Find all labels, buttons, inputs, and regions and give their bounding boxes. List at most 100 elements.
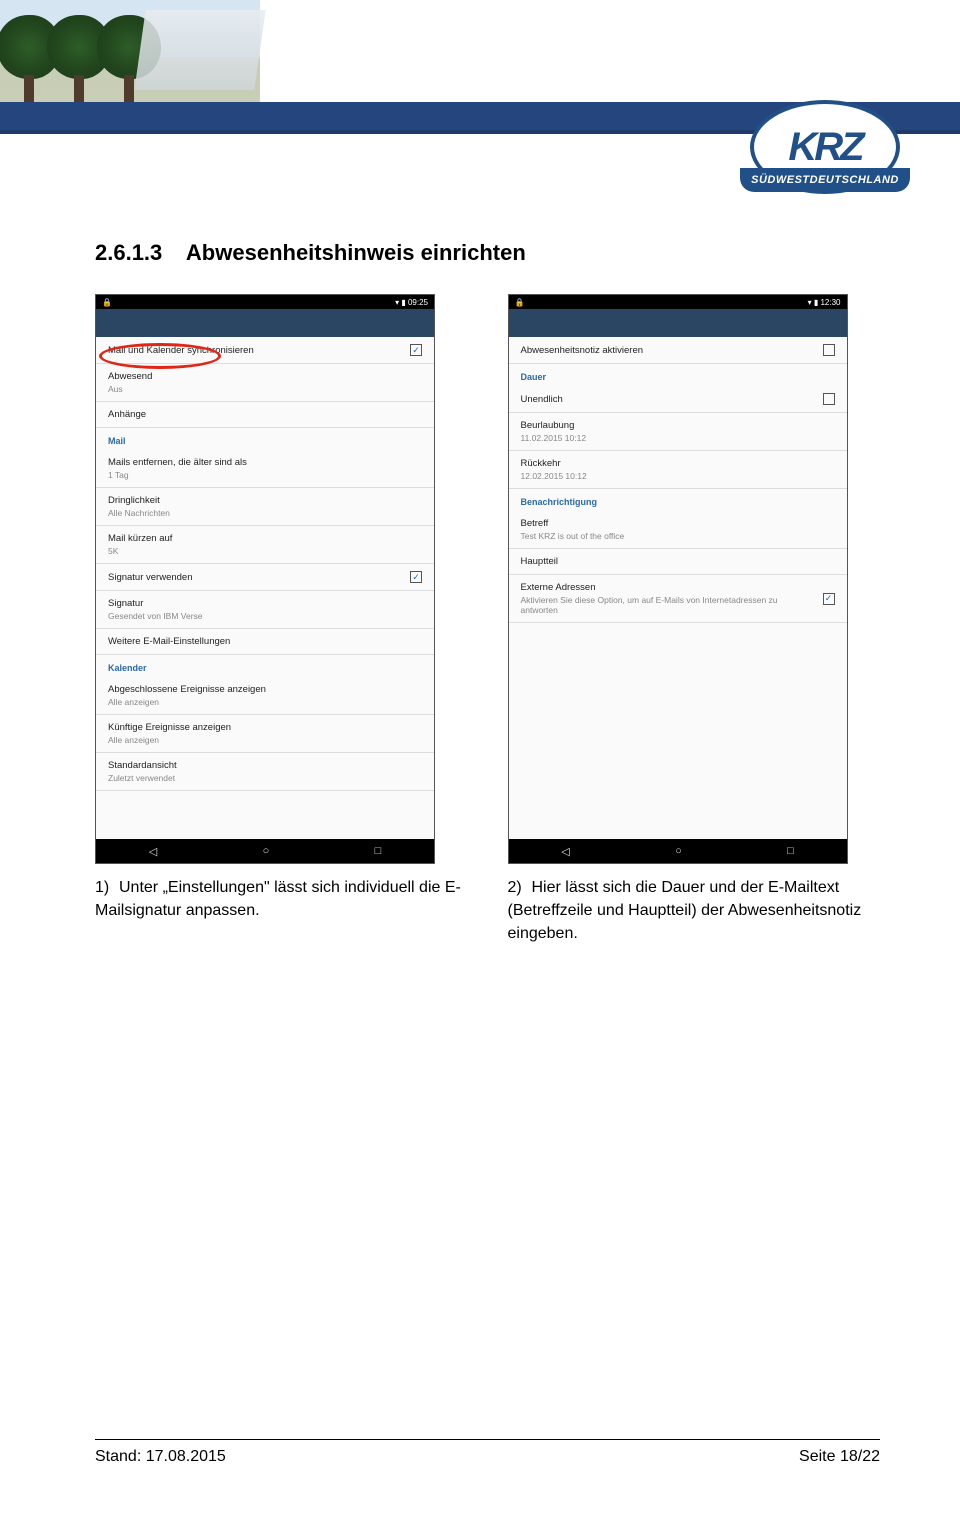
status-bar: 🔒 ▾ ▮ 12:30 <box>509 295 847 309</box>
status-bar: 🔒 ▾ ▮ 09:25 <box>96 295 434 309</box>
nav-recent-icon[interactable]: □ <box>787 845 794 857</box>
section-number: 2.6.1.3 <box>95 240 162 265</box>
row-abwesend[interactable]: Abwesend Aus <box>96 364 434 402</box>
section-title: Abwesenheitshinweis einrichten <box>186 240 526 265</box>
row-label: Mails entfernen, die älter sind als <box>108 457 247 468</box>
row-sub: 5K <box>108 546 172 556</box>
section-header-dauer: Dauer <box>509 364 847 386</box>
row-sub: Aus <box>108 384 152 394</box>
content-area: 2.6.1.3 Abwesenheitshinweis einrichten 🔒… <box>0 140 960 946</box>
logo-badge: KRZ SÜDWESTDEUTSCHLAND <box>750 100 900 220</box>
screenshot-row: 🔒 ▾ ▮ 09:25 Mail und Kalender synchronis… <box>95 294 880 946</box>
status-time: ▾ ▮ 09:25 <box>395 298 428 307</box>
footer-seite: Seite 18/22 <box>799 1448 880 1466</box>
row-label: Rückkehr <box>521 458 587 469</box>
row-label: Künftige Ereignisse anzeigen <box>108 722 231 733</box>
android-nav-bar: ◁ ○ □ <box>96 839 434 863</box>
checkbox-icon[interactable] <box>823 393 835 405</box>
row-sub: Test KRZ is out of the office <box>521 531 625 541</box>
row-externe-adressen[interactable]: Externe Adressen Aktivieren Sie diese Op… <box>509 575 847 623</box>
row-label: Weitere E-Mail-Einstellungen <box>108 636 230 647</box>
row-sub: 12.02.2015 10:12 <box>521 471 587 481</box>
phone-screenshot-1: 🔒 ▾ ▮ 09:25 Mail und Kalender synchronis… <box>95 294 435 864</box>
row-label: Signatur verwenden <box>108 572 193 583</box>
row-sync[interactable]: Mail und Kalender synchronisieren <box>96 337 434 364</box>
row-label: Signatur <box>108 598 203 609</box>
row-label: Mail kürzen auf <box>108 533 172 544</box>
nav-home-icon[interactable]: ○ <box>675 845 682 857</box>
row-label: Mail und Kalender synchronisieren <box>108 345 254 356</box>
row-beurlaubung[interactable]: Beurlaubung 11.02.2015 10:12 <box>509 413 847 451</box>
building-shape <box>134 10 265 90</box>
row-sub: Gesendet von IBM Verse <box>108 611 203 621</box>
row-signatur-verwenden[interactable]: Signatur verwenden <box>96 564 434 591</box>
logo-ribbon: SÜDWESTDEUTSCHLAND <box>740 168 910 192</box>
row-dringlichkeit[interactable]: Dringlichkeit Alle Nachrichten <box>96 488 434 526</box>
nav-home-icon[interactable]: ○ <box>263 845 270 857</box>
checkbox-icon[interactable] <box>823 344 835 356</box>
row-kurzen[interactable]: Mail kürzen auf 5K <box>96 526 434 564</box>
row-label: Standardansicht <box>108 760 177 771</box>
row-rueckkehr[interactable]: Rückkehr 12.02.2015 10:12 <box>509 451 847 489</box>
header-photo <box>0 0 260 105</box>
row-label: Abgeschlossene Ereignisse anzeigen <box>108 684 266 695</box>
row-betreff[interactable]: Betreff Test KRZ is out of the office <box>509 511 847 549</box>
row-sub: Alle Nachrichten <box>108 508 170 518</box>
caption-num: 1) <box>95 876 119 899</box>
android-nav-bar: ◁ ○ □ <box>509 839 847 863</box>
status-time: ▾ ▮ 12:30 <box>808 298 841 307</box>
row-sub: Alle anzeigen <box>108 697 266 707</box>
row-label: Externe Adressen <box>521 582 781 593</box>
lock-icon: 🔒 <box>102 298 112 307</box>
row-label: Dringlichkeit <box>108 495 170 506</box>
checkbox-icon[interactable] <box>410 344 422 356</box>
nav-back-icon[interactable]: ◁ <box>561 845 569 858</box>
row-label: Anhänge <box>108 409 146 420</box>
row-sub: 1 Tag <box>108 470 247 480</box>
screenshot-col-1: 🔒 ▾ ▮ 09:25 Mail und Kalender synchronis… <box>95 294 468 946</box>
row-sub: Aktivieren Sie diese Option, um auf E-Ma… <box>521 595 781 615</box>
row-label: Beurlaubung <box>521 420 587 431</box>
row-label: Hauptteil <box>521 556 559 567</box>
logo-text: KRZ <box>788 125 861 170</box>
screenshot-col-2: 🔒 ▾ ▮ 12:30 Abwesenheitsnotiz aktivieren… <box>508 294 881 946</box>
row-sub: Alle anzeigen <box>108 735 231 745</box>
app-bar <box>509 309 847 337</box>
checkbox-icon[interactable] <box>823 593 835 605</box>
row-abgeschlossene[interactable]: Abgeschlossene Ereignisse anzeigen Alle … <box>96 677 434 715</box>
section-header-benachrichtigung: Benachrichtigung <box>509 489 847 511</box>
row-aktivieren[interactable]: Abwesenheitsnotiz aktivieren <box>509 337 847 364</box>
app-bar <box>96 309 434 337</box>
section-header-kalender: Kalender <box>96 655 434 677</box>
checkbox-icon[interactable] <box>410 571 422 583</box>
row-weitere[interactable]: Weitere E-Mail-Einstellungen <box>96 629 434 655</box>
row-standardansicht[interactable]: Standardansicht Zuletzt verwendet <box>96 753 434 791</box>
doc-footer: Stand: 17.08.2015 Seite 18/22 <box>95 1439 880 1466</box>
caption-1: 1)Unter „Einstellungen" lässt sich indiv… <box>95 876 468 922</box>
row-kuenftige[interactable]: Künftige Ereignisse anzeigen Alle anzeig… <box>96 715 434 753</box>
row-label: Abwesend <box>108 371 152 382</box>
phone-body: Mail und Kalender synchronisieren Abwese… <box>96 337 434 839</box>
phone-body: Abwesenheitsnotiz aktivieren Dauer Unend… <box>509 337 847 839</box>
lock-icon: 🔒 <box>515 298 525 307</box>
row-sub: Zuletzt verwendet <box>108 773 177 783</box>
nav-recent-icon[interactable]: □ <box>375 845 382 857</box>
row-label: Unendlich <box>521 394 563 405</box>
section-header-mail: Mail <box>96 428 434 450</box>
row-entfernen[interactable]: Mails entfernen, die älter sind als 1 Ta… <box>96 450 434 488</box>
caption-text: Unter „Einstellungen" lässt sich individ… <box>95 879 461 919</box>
row-signatur[interactable]: Signatur Gesendet von IBM Verse <box>96 591 434 629</box>
footer-stand: Stand: 17.08.2015 <box>95 1448 226 1466</box>
caption-num: 2) <box>508 876 532 899</box>
row-label: Abwesenheitsnotiz aktivieren <box>521 345 644 356</box>
caption-text: Hier lässt sich die Dauer und der E-Mail… <box>508 879 862 942</box>
row-hauptteil[interactable]: Hauptteil <box>509 549 847 575</box>
phone-screenshot-2: 🔒 ▾ ▮ 12:30 Abwesenheitsnotiz aktivieren… <box>508 294 848 864</box>
row-sub: 11.02.2015 10:12 <box>521 433 587 443</box>
row-unendlich[interactable]: Unendlich <box>509 386 847 413</box>
caption-2: 2)Hier lässt sich die Dauer und der E-Ma… <box>508 876 881 946</box>
logo-oval: KRZ SÜDWESTDEUTSCHLAND <box>750 100 900 194</box>
row-label: Betreff <box>521 518 625 529</box>
row-anhange[interactable]: Anhänge <box>96 402 434 428</box>
nav-back-icon[interactable]: ◁ <box>149 845 157 858</box>
